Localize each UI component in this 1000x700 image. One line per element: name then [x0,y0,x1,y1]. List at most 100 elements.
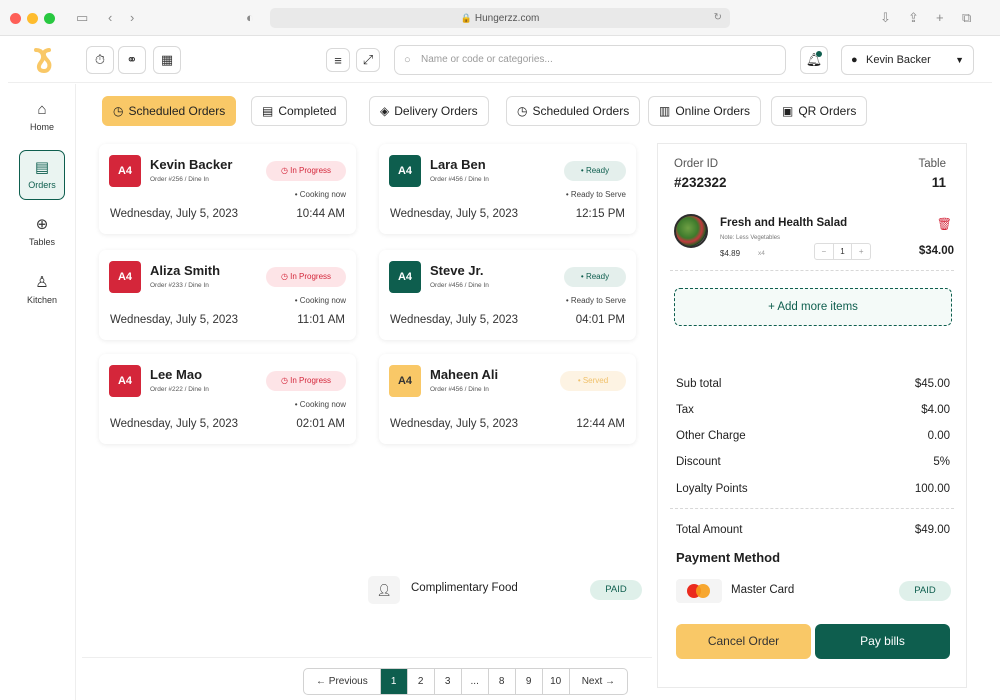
add-more-items-button[interactable]: + Add more items [674,288,952,326]
page-button[interactable]: 8 [487,669,515,694]
status-note: • Cooking now [294,190,346,199]
order-card[interactable]: A4 Kevin Backer Order #256 / Dine In ◷ I… [99,144,356,234]
search-icon: ○ [404,54,411,66]
sidebar-item-tables[interactable]: ⊕ Tables [19,208,65,258]
app: ⏱ ⚭ ▦ ≡ ⤢ ○ Name or code or categories..… [8,37,992,700]
search-input[interactable]: ○ Name or code or categories... [394,45,786,75]
timer-icon: ◷ [113,104,124,118]
tab-label: QR Orders [798,104,857,118]
order-time: 11:01 AM [297,314,345,326]
status-badge: • Ready [564,267,626,287]
new-tab-icon[interactable]: + [936,9,944,27]
pagination: ← Previous 1 2 3 ... 8 9 10 Next → [303,668,629,695]
item-note: Note: Less Vegetables [720,235,781,241]
tab-scheduled-orders[interactable]: ◷ Scheduled Orders [102,96,237,126]
total-label: Total Amount [676,524,743,536]
calculator-button[interactable]: ▦ [153,46,181,74]
summary-label: Sub total [676,378,722,390]
status-badge: • Served [560,371,626,391]
previous-page-button[interactable]: ← Previous [304,669,380,694]
address-bar[interactable]: 🔒 Hungerzz.com ↻ [270,8,730,28]
next-page-button[interactable]: Next → [568,669,627,694]
order-card[interactable]: A4 Aliza Smith Order #233 / Dine In ◷ In… [99,250,356,340]
payment-status-badge: PAID [899,581,951,601]
payment-method-name: Master Card [731,584,795,596]
table-badge: A4 [109,261,141,293]
order-card[interactable]: A4 Maheen Ali Order #456 / Dine In • Ser… [379,354,636,444]
quantity-stepper[interactable]: − 1 + [814,243,871,260]
order-info: Order #256 / Dine In [150,176,209,183]
sidebar-item-home[interactable]: ⌂ Home [19,94,65,144]
tabs-overview-icon[interactable]: ⧉ [962,9,971,27]
tab-online-orders[interactable]: ▥ Online Orders [648,96,762,126]
sidebar-item-label: Tables [28,237,55,247]
page-button[interactable]: 10 [541,669,569,694]
tab-scheduled-orders-2[interactable]: ◷ Scheduled Orders [506,96,641,126]
share-icon[interactable]: ⇪ [908,9,919,27]
notifications-button[interactable]: 🔔︎ [800,46,828,74]
sidebar-item-kitchen[interactable]: ♙ Kitchen [19,266,65,316]
customer-name: Aliza Smith [150,263,221,278]
order-date: Wednesday, July 5, 2023 [390,418,519,430]
page-button[interactable]: 1 [379,669,407,694]
order-card[interactable]: A4 Lara Ben Order #456 / Dine In • Ready… [379,144,636,234]
quantity-value[interactable]: 1 [832,244,853,259]
forward-icon[interactable]: › [130,9,134,27]
page-button[interactable]: 9 [514,669,542,694]
sidebar-item-orders[interactable]: ▤ Orders [19,150,65,200]
divider [670,508,954,509]
pay-bills-button[interactable]: Pay bills [815,624,950,659]
url-text: Hungerzz.com [474,13,540,24]
order-date: Wednesday, July 5, 2023 [390,314,519,326]
page-button[interactable]: 2 [406,669,434,694]
divider [670,270,954,271]
customer-name: Lara Ben [430,157,486,172]
clipboard-icon: ▤ [262,104,274,118]
reload-icon[interactable]: ↻ [714,8,722,28]
shield-icon[interactable]: ◐ [246,9,254,27]
status-note: • Ready to Serve [565,296,626,305]
download-icon[interactable]: ⇩ [880,9,891,27]
order-card[interactable]: A4 Lee Mao Order #222 / Dine In ◷ In Pro… [99,354,356,444]
lock-icon: 🔒 [460,13,472,23]
minimize-window-button[interactable] [27,13,38,24]
sidebar: ⌂ Home ▤ Orders ⊕ Tables ♙ Kitchen [8,84,76,700]
tab-label: Delivery Orders [394,104,478,118]
menu-button[interactable]: ≡ [326,48,350,72]
sidebar-item-label: Orders [28,180,56,190]
top-bar: ⏱ ⚭ ▦ ≡ ⤢ ○ Name or code or categories..… [8,37,992,83]
back-icon[interactable]: ‹ [108,9,112,27]
decrement-button[interactable]: − [815,244,833,259]
tab-completed[interactable]: ▤ Completed [251,96,348,126]
order-date: Wednesday, July 5, 2023 [110,314,239,326]
order-date: Wednesday, July 5, 2023 [110,208,239,220]
complimentary-paid-badge: PAID [590,580,642,600]
timer-button[interactable]: ⏱ [86,46,114,74]
pagination-divider [82,657,652,658]
payment-method-title: Payment Method [676,550,781,565]
summary-value: 0.00 [927,430,950,442]
cancel-order-button[interactable]: Cancel Order [676,624,811,659]
order-card[interactable]: A4 Steve Jr. Order #456 / Dine In • Read… [379,250,636,340]
sidebar-toggle-icon[interactable]: ▭ [76,9,88,27]
status-note: • Cooking now [294,296,346,305]
customer-name: Maheen Ali [430,367,499,382]
trash-icon[interactable]: 🗑︎ [937,217,952,231]
increment-button[interactable]: + [852,244,870,259]
user-dropdown[interactable]: ● Kevin Backer ▼ [841,45,974,75]
clock-icon: ◷ [280,272,291,281]
user-name: Kevin Backer [866,54,931,66]
maximize-window-button[interactable] [44,13,55,24]
close-window-button[interactable] [10,13,21,24]
table-badge: A4 [109,365,141,397]
tab-delivery-orders[interactable]: ◈ Delivery Orders [369,96,489,126]
complimentary-icon: 👤︎ [368,576,400,604]
tab-qr-orders[interactable]: ▣ QR Orders [771,96,868,126]
page-button[interactable]: 3 [433,669,461,694]
fullscreen-button[interactable]: ⤢ [356,48,380,72]
item-price: $4.89 [720,249,741,258]
network-button[interactable]: ⚭ [118,46,146,74]
order-time: 12:44 AM [576,418,625,430]
order-info: Order #456 / Dine In [430,282,489,289]
tab-label: Completed [278,104,337,118]
